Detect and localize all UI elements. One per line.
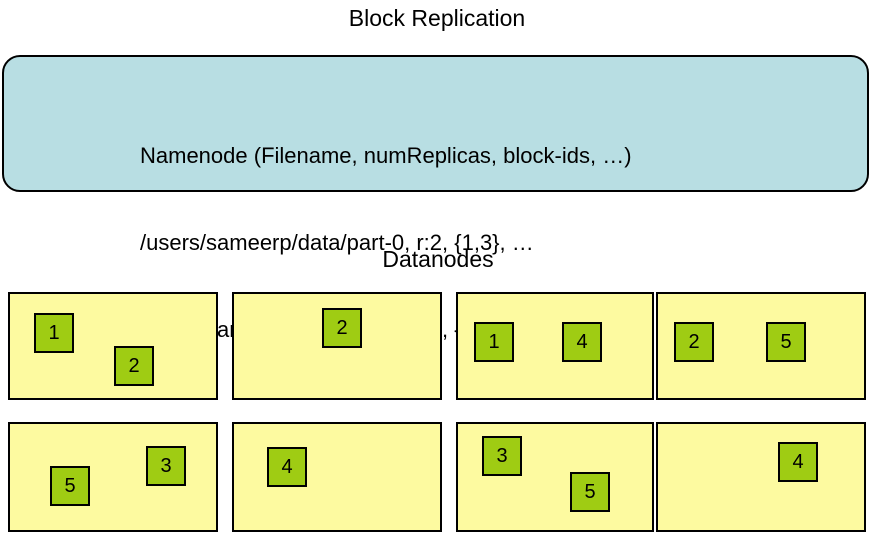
block-replica: 2: [322, 308, 362, 348]
block-replica: 4: [562, 322, 602, 362]
block-replica: 4: [778, 442, 818, 482]
datanode-8: 4: [656, 422, 866, 532]
block-replica: 2: [674, 322, 714, 362]
block-replica: 4: [267, 447, 307, 487]
block-replica: 3: [482, 436, 522, 476]
datanode-7: 35: [456, 422, 654, 532]
block-replica: 3: [146, 446, 186, 486]
block-replica: 5: [570, 472, 610, 512]
datanode-6: 4: [232, 422, 442, 532]
block-replica: 2: [114, 346, 154, 386]
datanode-4: 25: [656, 292, 866, 400]
datanode-2: 2: [232, 292, 442, 400]
datanode-5: 53: [8, 422, 218, 532]
block-replica: 5: [766, 322, 806, 362]
datanode-grid: 1221425534354: [0, 0, 874, 536]
block-replica: 1: [474, 322, 514, 362]
block-replica: 5: [50, 466, 90, 506]
block-replica: 1: [34, 313, 74, 353]
datanode-3: 14: [456, 292, 654, 400]
datanode-1: 12: [8, 292, 218, 400]
